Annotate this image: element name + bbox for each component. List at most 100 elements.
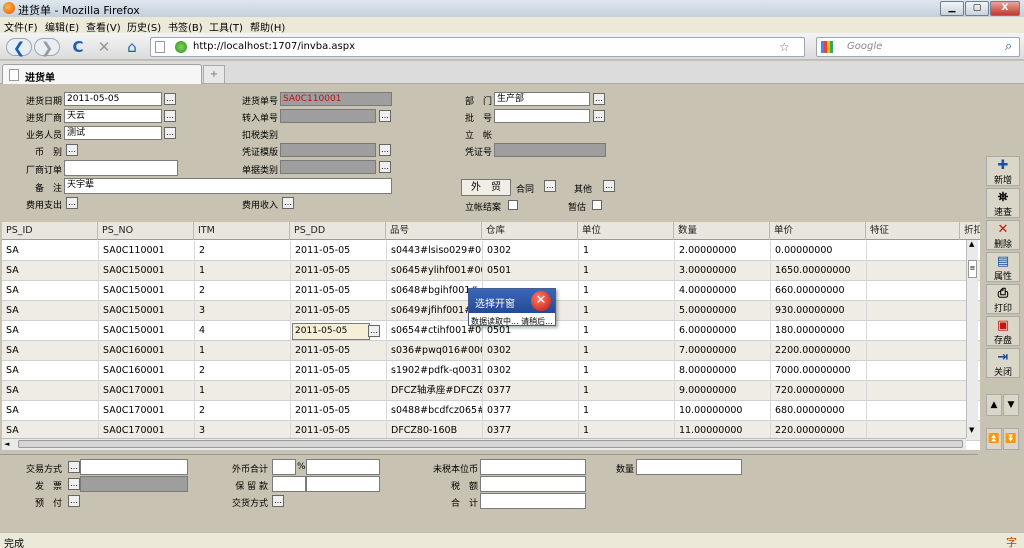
cell-col-item-no[interactable]: s1902#pdfk-q0031# xyxy=(386,361,482,381)
cell-col-itm[interactable]: 2 xyxy=(194,241,290,261)
scroll-down-icon[interactable]: ▼ xyxy=(969,426,974,434)
delivery-method-picker[interactable]: … xyxy=(272,495,284,507)
cell-col-ps-id[interactable]: SA xyxy=(2,381,98,401)
cell-col-ps-no[interactable]: SA0C160001 xyxy=(98,361,194,381)
cell-col-unit[interactable]: 1 xyxy=(578,361,674,381)
cell-col-ps-no[interactable]: SA0C150001 xyxy=(98,261,194,281)
cell-col-ps-id[interactable]: SA xyxy=(2,361,98,381)
voucher-template-field[interactable] xyxy=(280,143,376,157)
transfer-no-field[interactable] xyxy=(280,109,376,123)
cell-col-qty[interactable]: 5.00000000 xyxy=(674,301,770,321)
remarks-field[interactable]: 天宇辈 xyxy=(64,178,392,194)
menu-tools[interactable]: 工具(T) xyxy=(209,19,243,34)
purchase-no-field[interactable]: SA0C110001 xyxy=(280,92,392,106)
minimize-button[interactable]: ▁ xyxy=(940,1,964,16)
table-row[interactable]: SA SA0C160001 2 2011-05-05 s1902#pdfk-q0031#… xyxy=(2,361,980,381)
header-col-price[interactable]: 单价 xyxy=(770,222,866,240)
batch-field[interactable] xyxy=(494,109,590,123)
search-placeholder[interactable]: Google xyxy=(847,41,882,52)
cell-col-ps-no[interactable]: SA0C150001 xyxy=(98,301,194,321)
cell-col-unit[interactable]: 1 xyxy=(578,381,674,401)
add-button[interactable]: ✚ 新增 xyxy=(986,156,1020,186)
cell-col-ps-dd[interactable]: 2011-05-05 xyxy=(290,361,386,381)
cell-col-ps-id[interactable]: SA xyxy=(2,261,98,281)
search-go-icon[interactable]: ⌕ xyxy=(1005,39,1012,54)
fx-total-field[interactable] xyxy=(306,459,380,475)
save-button[interactable]: ▣ 存盘 xyxy=(986,316,1020,346)
cell-col-ps-no[interactable]: SA0C150001 xyxy=(98,321,194,341)
new-tab-button[interactable]: + xyxy=(203,65,225,83)
header-col-ps-id[interactable]: PS_ID xyxy=(2,222,98,240)
other-picker[interactable]: … xyxy=(603,180,615,192)
supplier-order-field[interactable] xyxy=(64,160,178,176)
cell-col-feature[interactable] xyxy=(866,261,960,281)
expense-out-picker[interactable]: … xyxy=(66,197,78,209)
table-row[interactable]: SA SA0C150001 1 2011-05-05 s0645#ylihf001#0 0… xyxy=(2,261,980,281)
cell-col-item-no[interactable]: s0645#ylihf001#000 xyxy=(386,261,482,281)
cell-col-ps-id[interactable]: SA xyxy=(2,301,98,321)
close-form-button[interactable]: ⇥ 关闭 xyxy=(986,348,1020,378)
cell-col-feature[interactable] xyxy=(866,301,960,321)
cell-col-warehouse[interactable]: 0302 xyxy=(482,361,578,381)
supplier-picker[interactable]: … xyxy=(164,110,176,122)
cell-col-ps-id[interactable]: SA xyxy=(2,281,98,301)
bookmark-star-icon[interactable]: ☆ xyxy=(779,40,790,54)
cell-col-itm[interactable]: 2 xyxy=(194,361,290,381)
cell-col-item-no[interactable]: s036#pwq016#000( xyxy=(386,341,482,361)
header-col-warehouse[interactable]: 仓库 xyxy=(482,222,578,240)
cell-col-warehouse[interactable]: 0501 xyxy=(482,261,578,281)
cell-col-ps-no[interactable]: SA0C110001 xyxy=(98,241,194,261)
invoice-field[interactable] xyxy=(80,476,188,492)
cell-col-ps-no[interactable]: SA0C160001 xyxy=(98,341,194,361)
menu-edit[interactable]: 编辑(E) xyxy=(45,19,79,34)
cell-col-price[interactable]: 0.00000000 xyxy=(770,241,866,261)
menu-view[interactable]: 查看(V) xyxy=(86,19,121,34)
cell-col-unit[interactable]: 1 xyxy=(578,341,674,361)
cell-col-feature[interactable] xyxy=(866,341,960,361)
table-row[interactable]: SA SA0C170001 2 2011-05-05 s0488#bcdfcz065#(… xyxy=(2,401,980,421)
cell-col-ps-dd[interactable]: 2011-05-05 xyxy=(290,381,386,401)
cell-col-qty[interactable]: 3.00000000 xyxy=(674,261,770,281)
cell-col-unit[interactable]: 1 xyxy=(578,261,674,281)
date-cell-picker[interactable]: … xyxy=(368,325,380,337)
invoice-picker[interactable]: … xyxy=(68,478,80,490)
date-cell-editor[interactable]: 2011-05-05 xyxy=(292,323,370,340)
supplier-field[interactable]: 天云 xyxy=(64,109,162,123)
forward-button[interactable]: ❯ xyxy=(34,38,60,57)
doc-type-picker[interactable]: … xyxy=(379,161,391,173)
header-col-ps-no[interactable]: PS_NO xyxy=(98,222,194,240)
transfer-no-picker[interactable]: … xyxy=(379,110,391,122)
vertical-scroll-thumb[interactable]: ≡ xyxy=(968,260,977,278)
cell-col-unit[interactable]: 1 xyxy=(578,301,674,321)
cell-col-ps-id[interactable]: SA xyxy=(2,241,98,261)
record-up-button[interactable]: ▲ xyxy=(986,394,1002,416)
header-col-ps-dd[interactable]: PS_DD xyxy=(290,222,386,240)
prepay-picker[interactable]: … xyxy=(68,495,80,507)
grid-vertical-scrollbar[interactable]: ▲ ≡ ▼ xyxy=(966,240,978,438)
header-col-feature[interactable]: 特征 xyxy=(866,222,960,240)
salesperson-field[interactable]: 测试 xyxy=(64,126,162,140)
cell-col-price[interactable]: 720.00000000 xyxy=(770,381,866,401)
record-last-button[interactable]: ⏬ xyxy=(1003,428,1019,450)
cell-col-ps-id[interactable]: SA xyxy=(2,401,98,421)
cell-col-unit[interactable]: 1 xyxy=(578,401,674,421)
cell-col-warehouse[interactable]: 0377 xyxy=(482,401,578,421)
cell-col-price[interactable]: 2200.00000000 xyxy=(770,341,866,361)
cell-col-itm[interactable]: 4 xyxy=(194,321,290,341)
cell-col-feature[interactable] xyxy=(866,401,960,421)
cell-col-qty[interactable]: 10.00000000 xyxy=(674,401,770,421)
voucher-template-picker[interactable]: … xyxy=(379,144,391,156)
cell-col-price[interactable]: 7000.00000000 xyxy=(770,361,866,381)
header-col-unit[interactable]: 单位 xyxy=(578,222,674,240)
estimate-checkbox[interactable] xyxy=(592,200,602,210)
cell-col-itm[interactable]: 2 xyxy=(194,281,290,301)
cell-col-ps-id[interactable]: SA xyxy=(2,341,98,361)
close-window-button[interactable]: X xyxy=(990,1,1020,16)
cell-col-feature[interactable] xyxy=(866,361,960,381)
header-col-qty[interactable]: 数量 xyxy=(674,222,770,240)
scroll-up-icon[interactable]: ▲ xyxy=(969,240,974,248)
cell-col-qty[interactable]: 8.00000000 xyxy=(674,361,770,381)
cell-col-itm[interactable]: 2 xyxy=(194,401,290,421)
reload-button[interactable]: C xyxy=(68,38,88,56)
quick-search-button[interactable]: ⛯ 速查 xyxy=(986,188,1020,218)
